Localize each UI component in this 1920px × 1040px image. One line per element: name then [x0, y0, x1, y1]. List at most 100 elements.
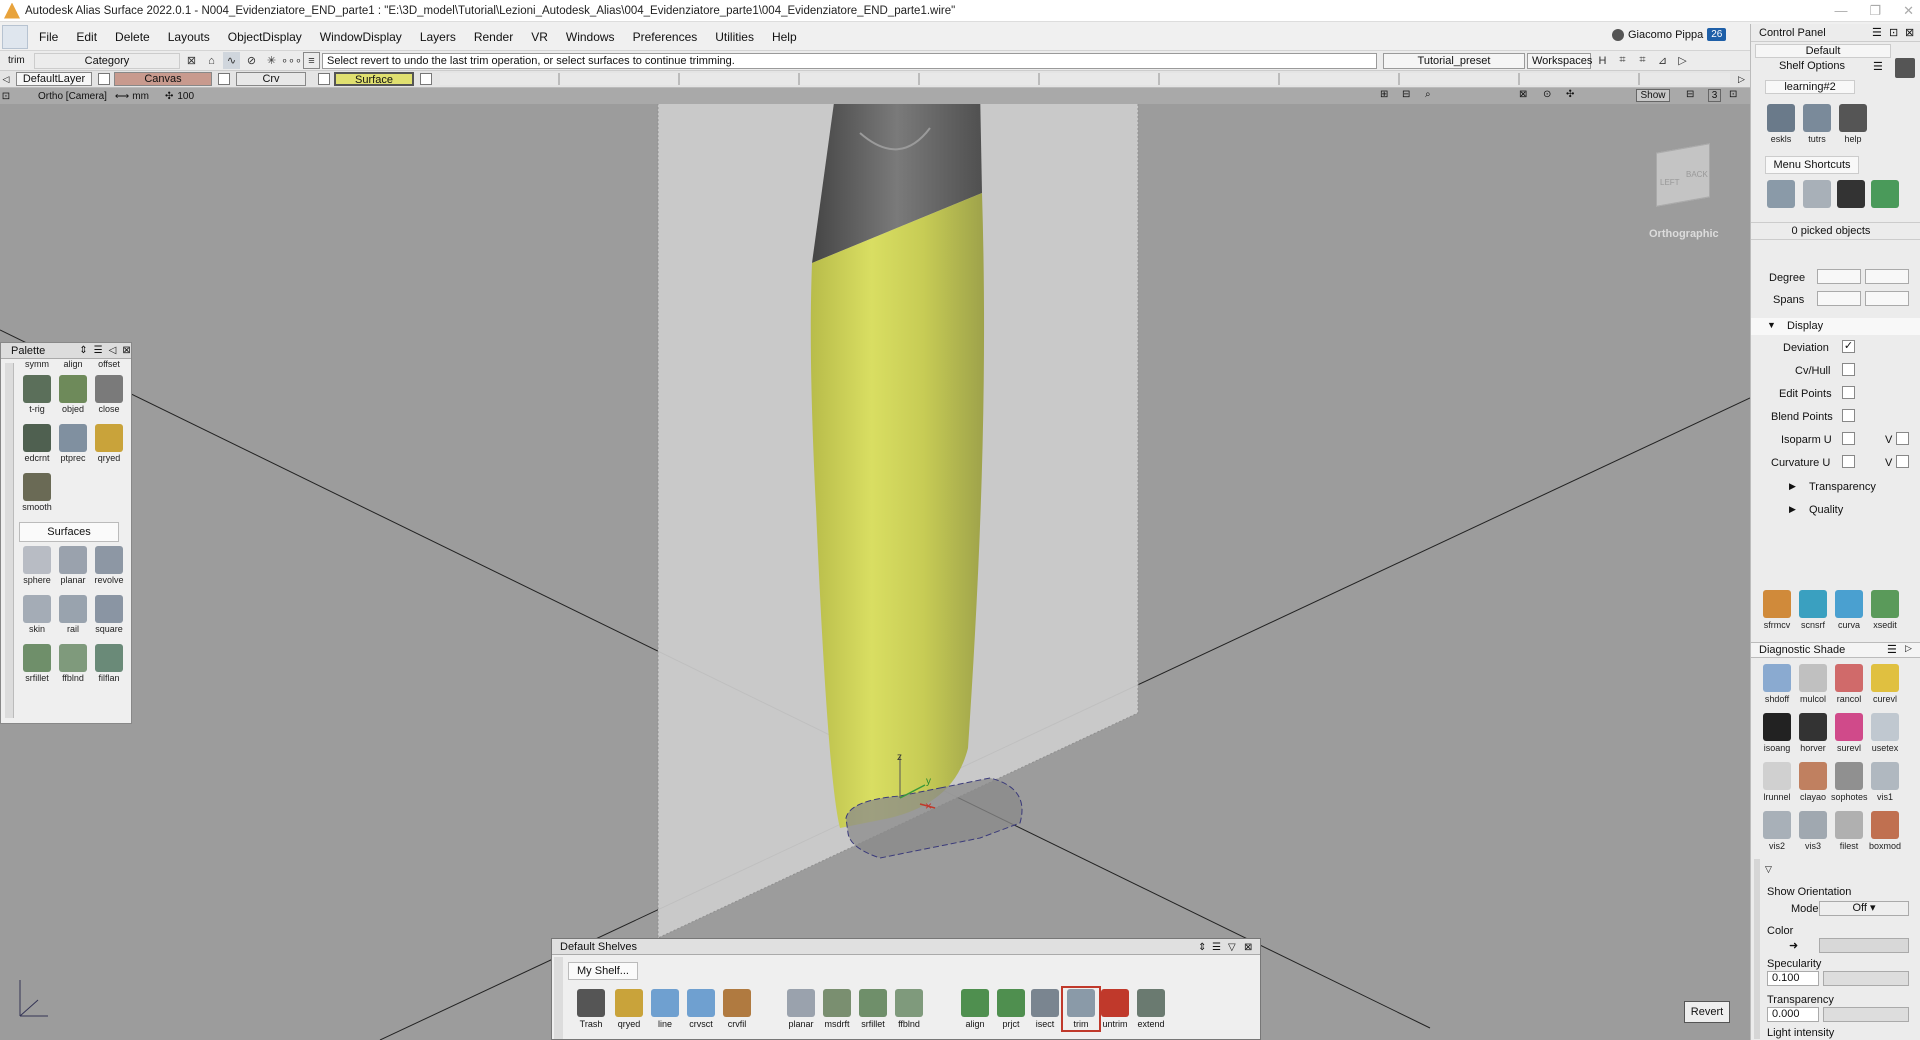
minimize-icon[interactable]: — — [1834, 0, 1847, 22]
palette-section-surfaces[interactable]: Surfaces — [19, 522, 119, 542]
tool-c-icon[interactable]: ⊘ — [243, 52, 260, 69]
palette-tool-qryed[interactable]: qryed — [91, 422, 127, 471]
shelf-tool-trim[interactable]: trim — [1061, 986, 1101, 1032]
lrunnel-icon[interactable] — [1763, 762, 1791, 790]
layer-scroll-right-icon[interactable]: ▷ — [1738, 74, 1750, 85]
shelf-options-menu-icon[interactable]: ☰ — [1873, 60, 1883, 73]
vp-tool-d-icon[interactable]: ⊙ — [1543, 89, 1551, 100]
spans-v-field[interactable] — [1865, 291, 1909, 306]
rancol-icon[interactable] — [1835, 664, 1863, 692]
palette-tool-smooth[interactable]: smooth — [19, 471, 55, 520]
shortcut-a-icon[interactable] — [1767, 180, 1795, 208]
vp-num-button[interactable]: 3 — [1708, 89, 1721, 102]
shortcut-b-icon[interactable] — [1803, 180, 1831, 208]
shelf-tool-msdrft[interactable]: msdrft — [820, 989, 854, 1029]
specularity-slider[interactable] — [1823, 971, 1909, 986]
edit-points-checkbox[interactable] — [1842, 386, 1855, 399]
menu-layers[interactable]: Layers — [411, 24, 465, 50]
vis2-icon[interactable] — [1763, 811, 1791, 839]
palette-scrollbar[interactable] — [5, 363, 14, 718]
menu-windows[interactable]: Windows — [557, 24, 624, 50]
usetex-icon[interactable] — [1871, 713, 1899, 741]
color-arrow-icon[interactable]: ➜ — [1789, 939, 1798, 952]
layer-canvas-checkbox[interactable] — [218, 73, 230, 85]
cp-close-icon[interactable]: ⊠ — [1905, 26, 1914, 39]
workspace-a-icon[interactable]: H — [1594, 52, 1611, 69]
transparency-slider[interactable] — [1823, 1007, 1909, 1022]
cp-menu-icon[interactable]: ☰ — [1872, 26, 1882, 39]
menu-utilities[interactable]: Utilities — [706, 24, 763, 50]
curvature-u-checkbox[interactable] — [1842, 455, 1855, 468]
menu-vr[interactable]: VR — [522, 24, 557, 50]
vp-tool-c-icon[interactable]: ⊠ — [1519, 89, 1527, 100]
palette-tool-square[interactable]: square — [91, 593, 127, 642]
shelf-tool-align[interactable]: align — [958, 989, 992, 1029]
shelf-tool-qryed[interactable]: qryed — [612, 989, 646, 1029]
shelf-tool-crvfil[interactable]: crvfil — [720, 989, 754, 1029]
eskls-icon[interactable] — [1767, 104, 1795, 132]
shelf-tab-my-shelf[interactable]: My Shelf... — [568, 962, 638, 980]
palette-tool-skin[interactable]: skin — [19, 593, 55, 642]
close-icon[interactable]: ✕ — [1903, 0, 1914, 22]
shelf-tool-crvsct[interactable]: crvsct — [684, 989, 718, 1029]
shelf-tool-line[interactable]: line — [648, 989, 682, 1029]
transparency-expand-icon[interactable]: ▶ — [1789, 481, 1796, 492]
learning-tab[interactable]: learning#2 — [1765, 80, 1855, 94]
palette-tool-srfillet[interactable]: srfillet — [19, 642, 55, 691]
cp-scrollbar[interactable] — [1754, 859, 1760, 1039]
curevl-icon[interactable] — [1871, 664, 1899, 692]
isoparm-u-checkbox[interactable] — [1842, 432, 1855, 445]
vp-maximize-icon[interactable]: ⊡ — [1729, 89, 1737, 100]
workspace-d-icon[interactable]: ⊿ — [1654, 52, 1671, 69]
vis3-icon[interactable] — [1799, 811, 1827, 839]
palette-tool-planar[interactable]: planar — [55, 544, 91, 593]
menu-preferences[interactable]: Preferences — [624, 24, 707, 50]
menu-render[interactable]: Render — [465, 24, 522, 50]
menu-help[interactable]: Help — [763, 24, 806, 50]
cp-expand-icon[interactable]: ⊡ — [1889, 26, 1898, 39]
display-section[interactable]: ▼ Display — [1751, 318, 1920, 335]
sophotes-icon[interactable] — [1835, 762, 1863, 790]
surevl-icon[interactable] — [1835, 713, 1863, 741]
transparency-field[interactable]: 0.000 — [1767, 1007, 1819, 1022]
shelves-collapse-icon[interactable]: ▽ — [1228, 940, 1236, 956]
check-icon[interactable] — [1871, 180, 1899, 208]
curva-icon[interactable] — [1835, 590, 1863, 618]
picked-objects[interactable]: 0 picked objects — [1751, 223, 1911, 239]
shelves-close-icon[interactable]: ⊠ — [1244, 940, 1252, 956]
boxmod-icon[interactable] — [1871, 811, 1899, 839]
quality-section-label[interactable]: Quality — [1809, 504, 1843, 516]
palette-tool-edcrnt[interactable]: edcrnt — [19, 422, 55, 471]
vp-layout-icon[interactable]: ⊟ — [1686, 89, 1694, 100]
isoparm-v-checkbox[interactable] — [1896, 432, 1909, 445]
palette-tool-revolve[interactable]: revolve — [91, 544, 127, 593]
menu-file[interactable]: File — [30, 24, 67, 50]
vp-tool-b-icon[interactable]: ⊟ — [1402, 89, 1410, 100]
dots-icon[interactable]: ∘∘∘ — [281, 52, 302, 69]
palette-menu-icon[interactable]: ☰ — [94, 345, 103, 356]
diag-expand-icon[interactable]: ▷ — [1905, 643, 1912, 654]
palette-tool-ptprec[interactable]: ptprec — [55, 422, 91, 471]
shelves-expand-icon[interactable]: ⇕ — [1198, 940, 1206, 956]
menu-layouts[interactable]: Layouts — [159, 24, 219, 50]
preset-preferences-button[interactable]: Tutorial_preset Preferences — [1383, 52, 1525, 81]
shelf-tool-trash[interactable]: Trash — [574, 989, 608, 1029]
tutrs-icon[interactable] — [1803, 104, 1831, 132]
cvhull-checkbox[interactable] — [1842, 363, 1855, 376]
layer-surface-checkbox[interactable] — [420, 73, 432, 85]
notification-icon[interactable]: 26 — [1707, 28, 1727, 41]
workspaces-button[interactable]: Workspaces — [1527, 52, 1592, 69]
shelf-tool-isect[interactable]: isect — [1028, 989, 1062, 1029]
filest-icon[interactable] — [1835, 811, 1863, 839]
tool-a-icon[interactable]: ⊠ — [183, 52, 200, 69]
shelf-tool-extend[interactable]: extend — [1134, 989, 1168, 1029]
vis1-icon[interactable] — [1871, 762, 1899, 790]
specularity-field[interactable]: 0.100 — [1767, 971, 1819, 986]
palette-tool-sphere[interactable]: sphere — [19, 544, 55, 593]
workspace-c-icon[interactable]: ⌗ — [1634, 52, 1651, 69]
layer-crv-checkbox[interactable] — [318, 73, 330, 85]
menu-shortcuts-tab[interactable]: Menu Shortcuts — [1765, 156, 1859, 174]
workspace-b-icon[interactable]: ⌗ — [1614, 52, 1631, 69]
mulcol-icon[interactable] — [1799, 664, 1827, 692]
horver-icon[interactable] — [1799, 713, 1827, 741]
